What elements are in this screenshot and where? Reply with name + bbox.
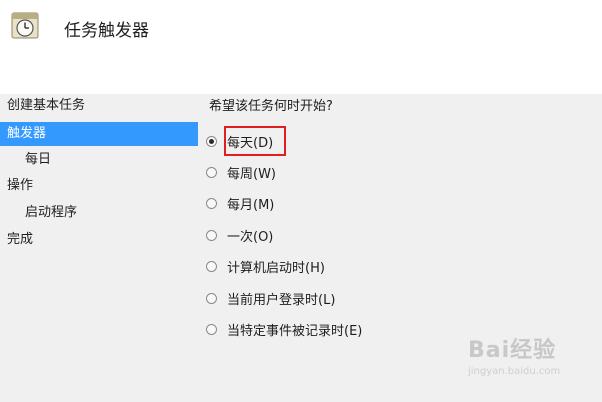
page-title: 任务触发器 xyxy=(64,21,149,41)
radio-button-checked[interactable] xyxy=(206,135,217,147)
radio-label[interactable]: 当特定事件被记录时(E) xyxy=(227,320,362,339)
sidebar-item-action[interactable]: 操作 xyxy=(0,174,198,198)
radio-label[interactable]: 当前用户登录时(L) xyxy=(227,289,335,308)
radio-once[interactable]: 一次(O) xyxy=(206,225,506,245)
annotation-highlight-box xyxy=(224,126,286,156)
radio-button[interactable] xyxy=(206,323,217,335)
wizard-steps-sidebar: 创建基本任务 触发器 每日 操作 启动程序 完成 xyxy=(0,94,198,402)
trigger-question-label: 希望该任务何时开始? xyxy=(209,99,333,114)
sidebar-item-start-program[interactable]: 启动程序 xyxy=(0,201,198,225)
radio-weekly[interactable]: 每周(W) xyxy=(206,162,506,182)
radio-label[interactable]: 一次(O) xyxy=(227,226,273,245)
radio-on-startup[interactable]: 计算机启动时(H) xyxy=(206,256,506,276)
sidebar-item-finish[interactable]: 完成 xyxy=(0,228,198,252)
watermark-url: jingyan.baidu.com xyxy=(468,366,561,377)
radio-button[interactable] xyxy=(206,197,217,209)
radio-label[interactable]: 每周(W) xyxy=(227,163,276,182)
sidebar-item-trigger[interactable]: 触发器 xyxy=(0,122,198,146)
radio-button[interactable] xyxy=(206,166,217,178)
radio-label[interactable]: 每月(M) xyxy=(227,194,274,213)
radio-label[interactable]: 计算机启动时(H) xyxy=(227,257,325,276)
sidebar-item-create-basic-task[interactable]: 创建基本任务 xyxy=(0,94,198,118)
baidu-jingyan-watermark: Bai经验 jingyan.baidu.com xyxy=(468,332,598,390)
radio-button[interactable] xyxy=(206,229,217,241)
watermark-logo: Bai经验 xyxy=(468,338,557,363)
radio-on-event[interactable]: 当特定事件被记录时(E) xyxy=(206,319,506,339)
radio-button[interactable] xyxy=(206,292,217,304)
header: 任务触发器 xyxy=(0,0,602,94)
radio-monthly[interactable]: 每月(M) xyxy=(206,193,506,213)
radio-on-logon[interactable]: 当前用户登录时(L) xyxy=(206,288,506,308)
clock-calendar-icon xyxy=(11,12,39,39)
radio-button[interactable] xyxy=(206,260,217,272)
sidebar-item-daily[interactable]: 每日 xyxy=(0,148,198,172)
